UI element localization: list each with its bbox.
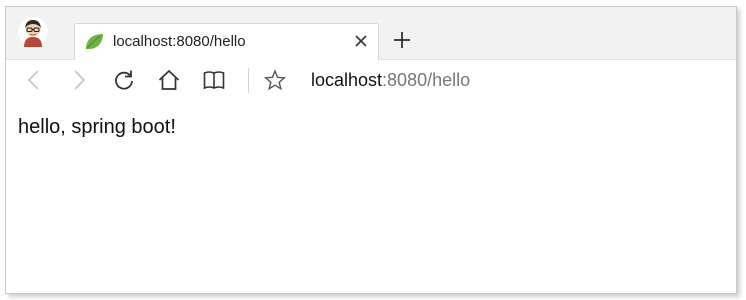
new-tab-icon[interactable] [392,30,412,50]
toolbar-divider [248,68,249,93]
forward-arrow-icon[interactable] [68,69,90,91]
address-host: localhost [311,70,383,90]
close-tab-icon[interactable] [352,32,370,50]
book-icon[interactable] [203,69,225,91]
tab-title: localhost:8080/hello [113,33,246,50]
refresh-icon[interactable] [113,69,135,91]
page-content: hello, spring boot! [6,100,736,293]
star-icon[interactable] [264,69,286,91]
home-icon[interactable] [158,69,180,91]
browser-window: localhost:8080/hello localhost:8080/hell… [5,6,737,294]
address-path: :8080/hello [382,70,471,90]
address-bar[interactable]: localhost:8080/hello [311,70,470,91]
navigation-toolbar: localhost:8080/hello [6,60,736,100]
profile-avatar[interactable] [18,17,48,47]
tab-active[interactable]: localhost:8080/hello [74,23,379,60]
spring-leaf-icon [84,33,104,51]
tab-strip: localhost:8080/hello [6,7,736,60]
back-arrow-icon[interactable] [23,69,45,91]
page-body-text: hello, spring boot! [18,116,176,138]
